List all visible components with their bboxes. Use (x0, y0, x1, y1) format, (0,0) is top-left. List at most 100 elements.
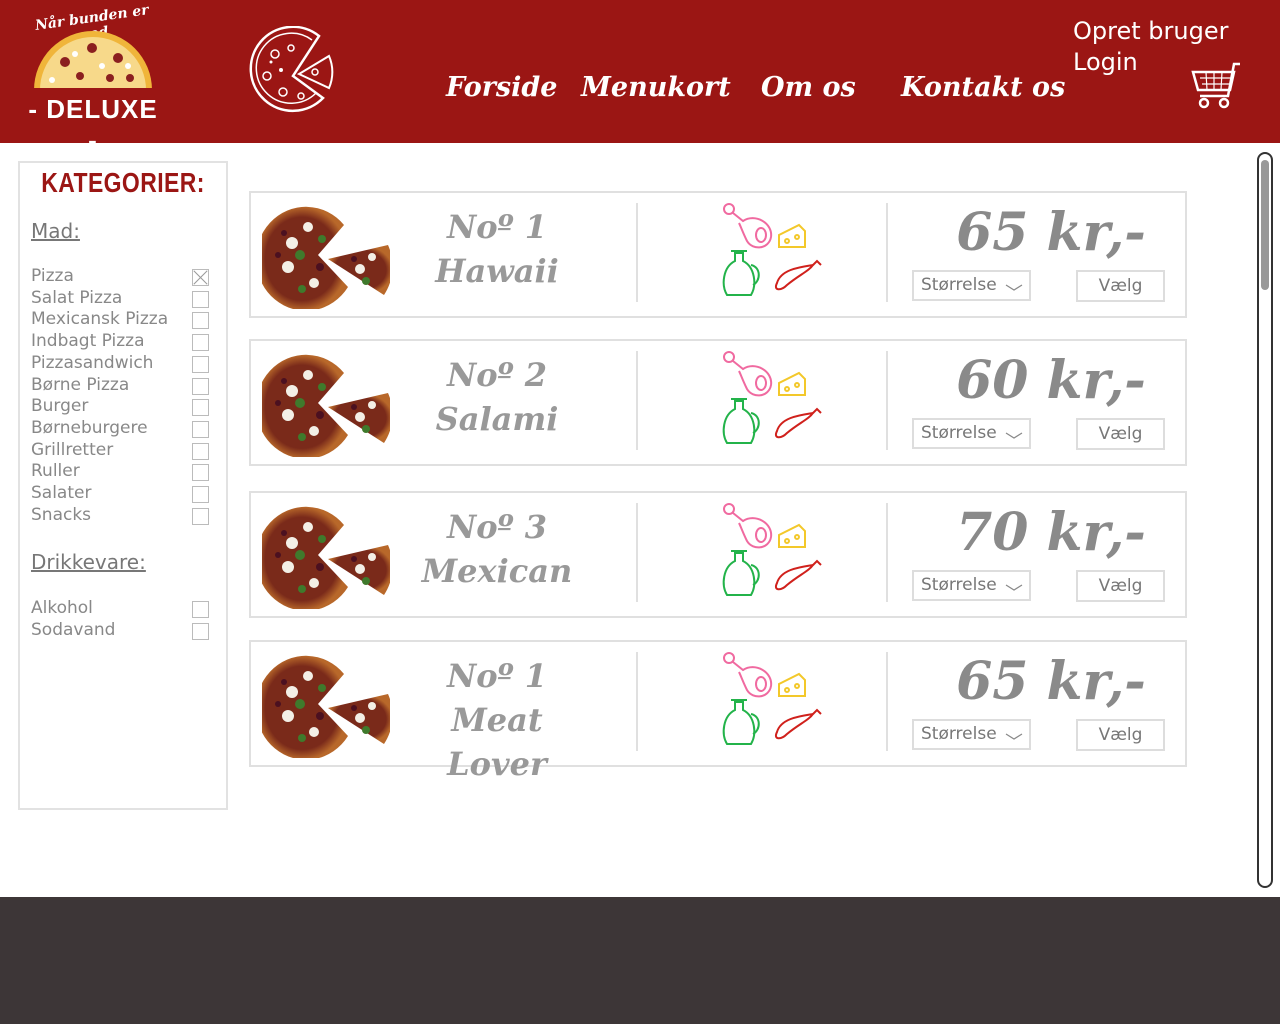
ham-icon (723, 652, 773, 698)
pizza-name: Noº 1 Hawaii (401, 205, 593, 293)
ingredients-icons (722, 503, 822, 596)
category-checkbox[interactable] (192, 334, 209, 352)
cheese-icon (778, 371, 806, 396)
choose-button[interactable]: Vælg (1076, 418, 1165, 450)
scroll-thumb[interactable] (1261, 160, 1269, 290)
category-checkbox[interactable] (192, 420, 209, 438)
logo-name: - DELUXE - (28, 94, 158, 155)
size-select-label: Størrelse (921, 275, 997, 295)
pizza-name: Noº 2 Salami (401, 353, 593, 441)
ingredients-icons (722, 203, 822, 296)
chili-icon (775, 708, 822, 740)
pizza-title: Hawaii (435, 252, 559, 290)
divider (636, 351, 638, 450)
nav-om-os[interactable]: Om os (761, 72, 856, 103)
pizza-number: Noº 1 (447, 208, 547, 246)
ingredients-icons (722, 351, 822, 444)
pizza-number: Noº 3 (447, 508, 547, 546)
category-checkbox[interactable] (192, 601, 209, 618)
nav-forside[interactable]: Forside (446, 72, 557, 103)
size-select[interactable]: Størrelse (912, 270, 1031, 301)
chili-icon (775, 407, 822, 439)
choose-button[interactable]: Vælg (1076, 719, 1165, 751)
cheese-icon (778, 523, 806, 548)
category-item[interactable]: Pizza (31, 266, 211, 287)
divider (886, 503, 888, 602)
category-label: Salat Pizza (31, 287, 123, 308)
nav-kontakt-os[interactable]: Kontakt os (901, 72, 1065, 103)
divider (886, 203, 888, 302)
category-label: Ruller (31, 461, 80, 482)
chevron-down-icon (1005, 284, 1023, 291)
size-select[interactable]: Størrelse (912, 570, 1031, 601)
category-label: Pizzasandwich (31, 352, 154, 373)
oil-icon (722, 398, 760, 444)
pizza-number: Noº 2 (447, 356, 547, 394)
category-item[interactable]: Pizzasandwich (31, 353, 211, 374)
category-item[interactable]: Sodavand (31, 620, 211, 641)
category-item[interactable]: Grillretter (31, 440, 211, 461)
category-item[interactable]: Alkohol (31, 598, 211, 619)
pizza-number: Noº 1 (447, 657, 547, 695)
category-label: Indbagt Pizza (31, 331, 145, 352)
pizza-price: 65 kr,- (956, 651, 1146, 712)
category-checkbox[interactable] (192, 442, 209, 460)
category-label: Salater (31, 483, 92, 503)
divider (886, 652, 888, 751)
oil-icon (722, 250, 760, 296)
scrollbar[interactable] (1257, 152, 1273, 888)
chili-icon (775, 259, 822, 291)
chevron-down-icon (1005, 584, 1023, 591)
nav-menukort[interactable]: Menukort (581, 72, 731, 103)
category-item[interactable]: Børneburgere (31, 418, 211, 439)
pizza-image (262, 655, 390, 758)
chevron-down-icon (1005, 432, 1023, 439)
category-label: Grillretter (31, 439, 114, 460)
size-select[interactable]: Størrelse (912, 719, 1031, 750)
site-header: Når bunden er god - DELUXE - (0, 0, 1280, 155)
site-logo[interactable]: Når bunden er god - DELUXE - (22, 2, 164, 155)
oil-icon (722, 550, 760, 596)
category-label: Børne Pizza (31, 374, 130, 395)
category-checkbox[interactable] (192, 269, 209, 286)
pizza-name: Noº 3 Mexican (401, 505, 593, 593)
category-item[interactable]: Salat Pizza (31, 288, 211, 309)
chili-icon (775, 559, 822, 591)
ham-icon (723, 503, 773, 549)
category-checkbox[interactable] (192, 312, 209, 330)
pizza-title: Mexican (421, 552, 573, 590)
sidebar-title: KATEGORIER: (41, 167, 205, 198)
category-checkbox[interactable] (192, 355, 209, 373)
category-item[interactable]: Ruller (31, 461, 211, 482)
category-item[interactable]: Indbagt Pizza (31, 331, 211, 352)
category-checkbox[interactable] (192, 507, 209, 525)
size-select-label: Størrelse (921, 575, 997, 595)
pizza-image (262, 206, 390, 309)
category-item[interactable]: Salater (31, 483, 211, 504)
category-item[interactable]: Burger (31, 396, 211, 417)
category-item[interactable]: Mexicansk Pizza (31, 309, 211, 330)
category-checkbox[interactable] (192, 377, 209, 395)
category-item[interactable]: Børne Pizza (31, 375, 211, 396)
category-item[interactable]: Snacks (31, 505, 211, 526)
category-label: Børneburgere (31, 417, 148, 438)
drink-heading: Drikkevare: (31, 550, 146, 574)
cart-icon[interactable] (1190, 60, 1244, 112)
menu-card: Noº 1 Meat Lover 65 kr,- Størrelse Vælg (249, 640, 1187, 783)
category-label: Snacks (31, 504, 92, 525)
category-checkbox[interactable] (192, 486, 209, 503)
category-checkbox[interactable] (192, 622, 209, 640)
category-checkbox[interactable] (192, 399, 209, 417)
pizza-price: 65 kr,- (956, 202, 1146, 263)
size-select-label: Størrelse (921, 423, 997, 443)
choose-button[interactable]: Vælg (1076, 570, 1165, 602)
category-label: Sodavand (31, 619, 116, 640)
category-checkbox[interactable] (192, 290, 209, 308)
category-checkbox[interactable] (192, 464, 209, 482)
pizza-image (262, 506, 390, 609)
pizza-price: 70 kr,- (956, 502, 1146, 563)
site-footer (0, 897, 1280, 1024)
signup-link[interactable]: Opret bruger (1073, 16, 1228, 47)
size-select[interactable]: Størrelse (912, 418, 1031, 449)
choose-button[interactable]: Vælg (1076, 270, 1165, 302)
